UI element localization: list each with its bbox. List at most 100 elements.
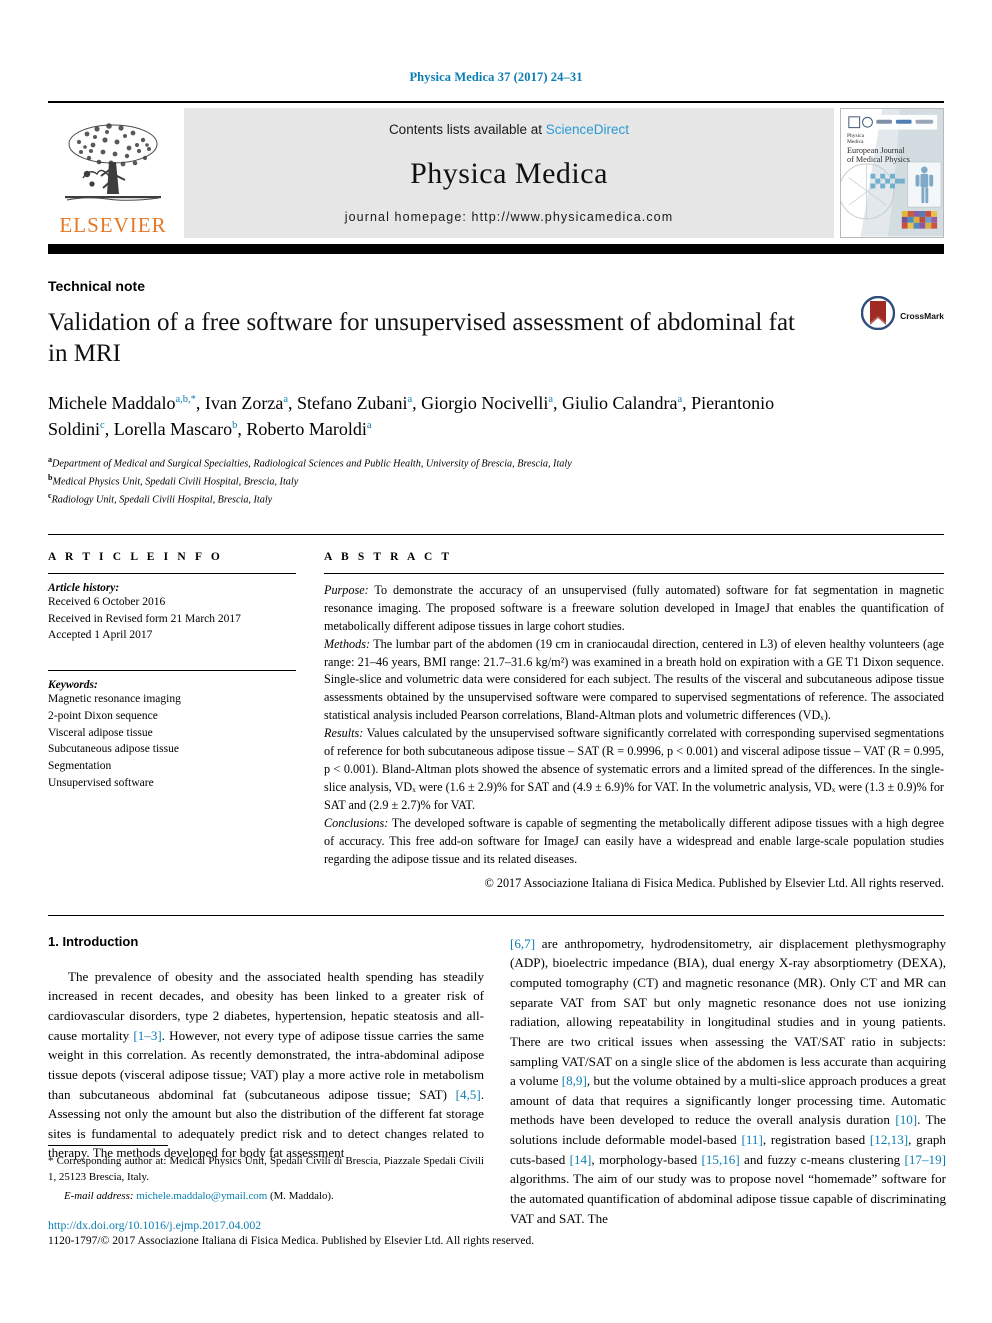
author-name: Roberto Maroldi <box>246 418 367 439</box>
article-history-item: Received in Revised form 21 March 2017 <box>48 612 241 625</box>
divider <box>324 572 944 574</box>
masthead-center-panel: Contents lists available at ScienceDirec… <box>184 108 834 238</box>
author-marks: a <box>366 419 372 431</box>
email-note: E-mail address: michele.maddalo@ymail.co… <box>48 1190 484 1202</box>
citation-1-3[interactable]: [1–3] <box>133 1028 161 1043</box>
citation-6-7[interactable]: [6,7] <box>510 936 535 951</box>
citation-8-9[interactable]: [8,9] <box>562 1073 587 1088</box>
author-name: Stefano Zubani <box>297 393 408 413</box>
intro-text-7: , registration based <box>762 1132 870 1148</box>
article-history-label: Article history: <box>48 581 120 594</box>
citation-17-19[interactable]: [17–19] <box>905 1152 946 1167</box>
abstract-methods-label: Methods: <box>324 636 371 651</box>
abstract-conclusions-text: The developed software is capable of seg… <box>324 815 944 866</box>
intro-text-9: , morphology-based <box>591 1151 702 1167</box>
keyword-item: Segmentation <box>48 760 112 773</box>
author-marks: c <box>100 419 105 431</box>
footnote-rule <box>48 1145 168 1146</box>
affiliation-list: aDepartment of Medical and Surgical Spec… <box>48 454 944 508</box>
intro-paragraph-left: The prevalence of obesity and the associ… <box>48 967 484 1163</box>
footnote-area: * Corresponding author at: Medical Physi… <box>48 1145 484 1202</box>
masthead-black-bar <box>48 244 944 254</box>
affiliation-item: aDepartment of Medical and Surgical Spec… <box>48 454 944 472</box>
article-page: Physica Medica 37 (2017) 24–31 ELSEVIER … <box>0 0 992 1323</box>
affiliation-item: cRadiology Unit, Spedali Civili Hospital… <box>48 490 944 508</box>
publication-footer: http://dx.doi.org/10.1016/j.ejmp.2017.04… <box>48 1218 938 1249</box>
abstract-purpose-text: To demonstrate the accuracy of an unsupe… <box>324 582 944 633</box>
page-title: Validation of a free software for unsupe… <box>48 309 795 367</box>
article-info-column: A R T I C L E I N F O Article history: R… <box>48 551 296 893</box>
author-entry[interactable]: Giulio Calandraa <box>562 393 682 413</box>
author-marks: a <box>677 394 683 405</box>
citation-11[interactable]: [11] <box>742 1132 763 1147</box>
abstract-conclusions: Conclusions: The developed software is c… <box>324 815 944 869</box>
doi-link[interactable]: http://dx.doi.org/10.1016/j.ejmp.2017.04… <box>48 1218 938 1234</box>
affiliation-text: Radiology Unit, Spedali Civili Hospital,… <box>51 494 273 506</box>
keyword-item: Unsupervised software <box>48 777 154 790</box>
email-link[interactable]: michele.maddalo@ymail.com <box>136 1190 267 1202</box>
intro-text-10: and fuzzy c-means clustering <box>739 1151 905 1167</box>
cover-line-4: of Medical Physics <box>847 155 910 165</box>
crossmark-icon <box>860 295 896 335</box>
section-heading-introduction: 1. Introduction <box>48 933 139 949</box>
info-abstract-section: A R T I C L E I N F O Article history: R… <box>48 533 944 893</box>
author-entry[interactable]: Michele Maddaloa,b,* <box>48 393 196 413</box>
intro-text-4: are anthropometry, hydrodensitometry, ai… <box>510 935 946 1089</box>
article-history-item: Accepted 1 April 2017 <box>48 629 153 642</box>
issn-copyright-line: 1120-1797/© 2017 Associazione Italiana d… <box>48 1234 535 1247</box>
contents-prefix: Contents lists available at <box>388 122 546 137</box>
contents-lists-line: Contents lists available at ScienceDirec… <box>389 122 629 137</box>
author-entry[interactable]: Stefano Zubania <box>297 393 412 413</box>
abstract-results-text: Values calculated by the unsupervised so… <box>324 726 944 813</box>
author-marks: b <box>232 419 238 431</box>
cover-title-text: Physica Medica European Journal of Medic… <box>847 133 910 165</box>
affiliation-text: Medical Physics Unit, Spedali Civili Hos… <box>52 476 299 488</box>
sciencedirect-link[interactable]: ScienceDirect <box>546 122 629 137</box>
abstract-methods: Methods: The lumbar part of the abdomen … <box>324 636 944 726</box>
title-block: Technical note CrossMark Validation of a… <box>48 278 944 508</box>
abstract-column: A B S T R A C T Purpose: To demonstrate … <box>324 551 944 893</box>
keyword-item: Magnetic resonance imaging <box>48 693 181 706</box>
author-name: Ivan Zorza <box>204 393 284 413</box>
article-doctype: Technical note <box>48 278 145 294</box>
journal-masthead: ELSEVIER Contents lists available at Sci… <box>48 101 944 238</box>
elsevier-logo: ELSEVIER <box>48 108 178 238</box>
author-entry[interactable]: Roberto Maroldia <box>246 419 371 439</box>
running-head: Physica Medica 37 (2017) 24–31 <box>409 70 583 84</box>
abstract-methods-text: The lumbar part of the abdomen (19 cm in… <box>324 636 944 723</box>
cover-line-3: European Journal <box>847 145 905 155</box>
crossmark-badge[interactable]: CrossMark <box>860 295 944 335</box>
journal-title: Physica Medica <box>410 156 608 190</box>
abstract-results: Results: Values calculated by the unsupe… <box>324 725 944 815</box>
author-name: Giulio Calandra <box>562 393 678 413</box>
article-info-heading: A R T I C L E I N F O <box>48 550 223 563</box>
email-suffix: (M. Maddalo). <box>267 1189 334 1202</box>
author-entry[interactable]: Lorella Mascarob <box>114 419 238 439</box>
citation-10[interactable]: [10] <box>895 1112 917 1127</box>
keyword-item: 2-point Dixon sequence <box>48 709 158 722</box>
citation-15-16[interactable]: [15,16] <box>702 1152 740 1167</box>
author-entry[interactable]: Giorgio Nocivellia <box>421 393 553 413</box>
journal-cover-thumbnail: Physica Medica European Journal of Medic… <box>840 108 944 238</box>
author-entry[interactable]: Ivan Zorzaa <box>205 393 288 413</box>
divider <box>48 670 296 672</box>
keyword-item: Visceral adipose tissue <box>48 726 153 739</box>
abstract-results-label: Results: <box>324 726 364 741</box>
author-marks: a <box>548 394 553 405</box>
citation-4-5[interactable]: [4,5] <box>456 1087 481 1102</box>
corresponding-author-note: * Corresponding author at: Medical Physi… <box>48 1153 484 1186</box>
author-marks: a <box>283 394 289 405</box>
author-marks: a,b,* <box>175 394 196 405</box>
divider <box>48 572 296 574</box>
citation-12-13[interactable]: [12,13] <box>870 1132 908 1147</box>
author-marks: a <box>407 394 413 405</box>
crossmark-label: CrossMark <box>900 310 944 321</box>
author-name: Lorella Mascaro <box>113 418 233 439</box>
keywords-label: Keywords: <box>48 679 98 692</box>
author-list: Michele Maddaloa,b,*, Ivan Zorzaa, Stefa… <box>48 393 775 439</box>
abstract-conclusions-label: Conclusions: <box>324 815 389 830</box>
article-history-item: Received 6 October 2016 <box>48 595 166 608</box>
citation-14[interactable]: [14] <box>570 1152 592 1167</box>
journal-homepage-link[interactable]: journal homepage: http://www.physicamedi… <box>345 210 674 224</box>
